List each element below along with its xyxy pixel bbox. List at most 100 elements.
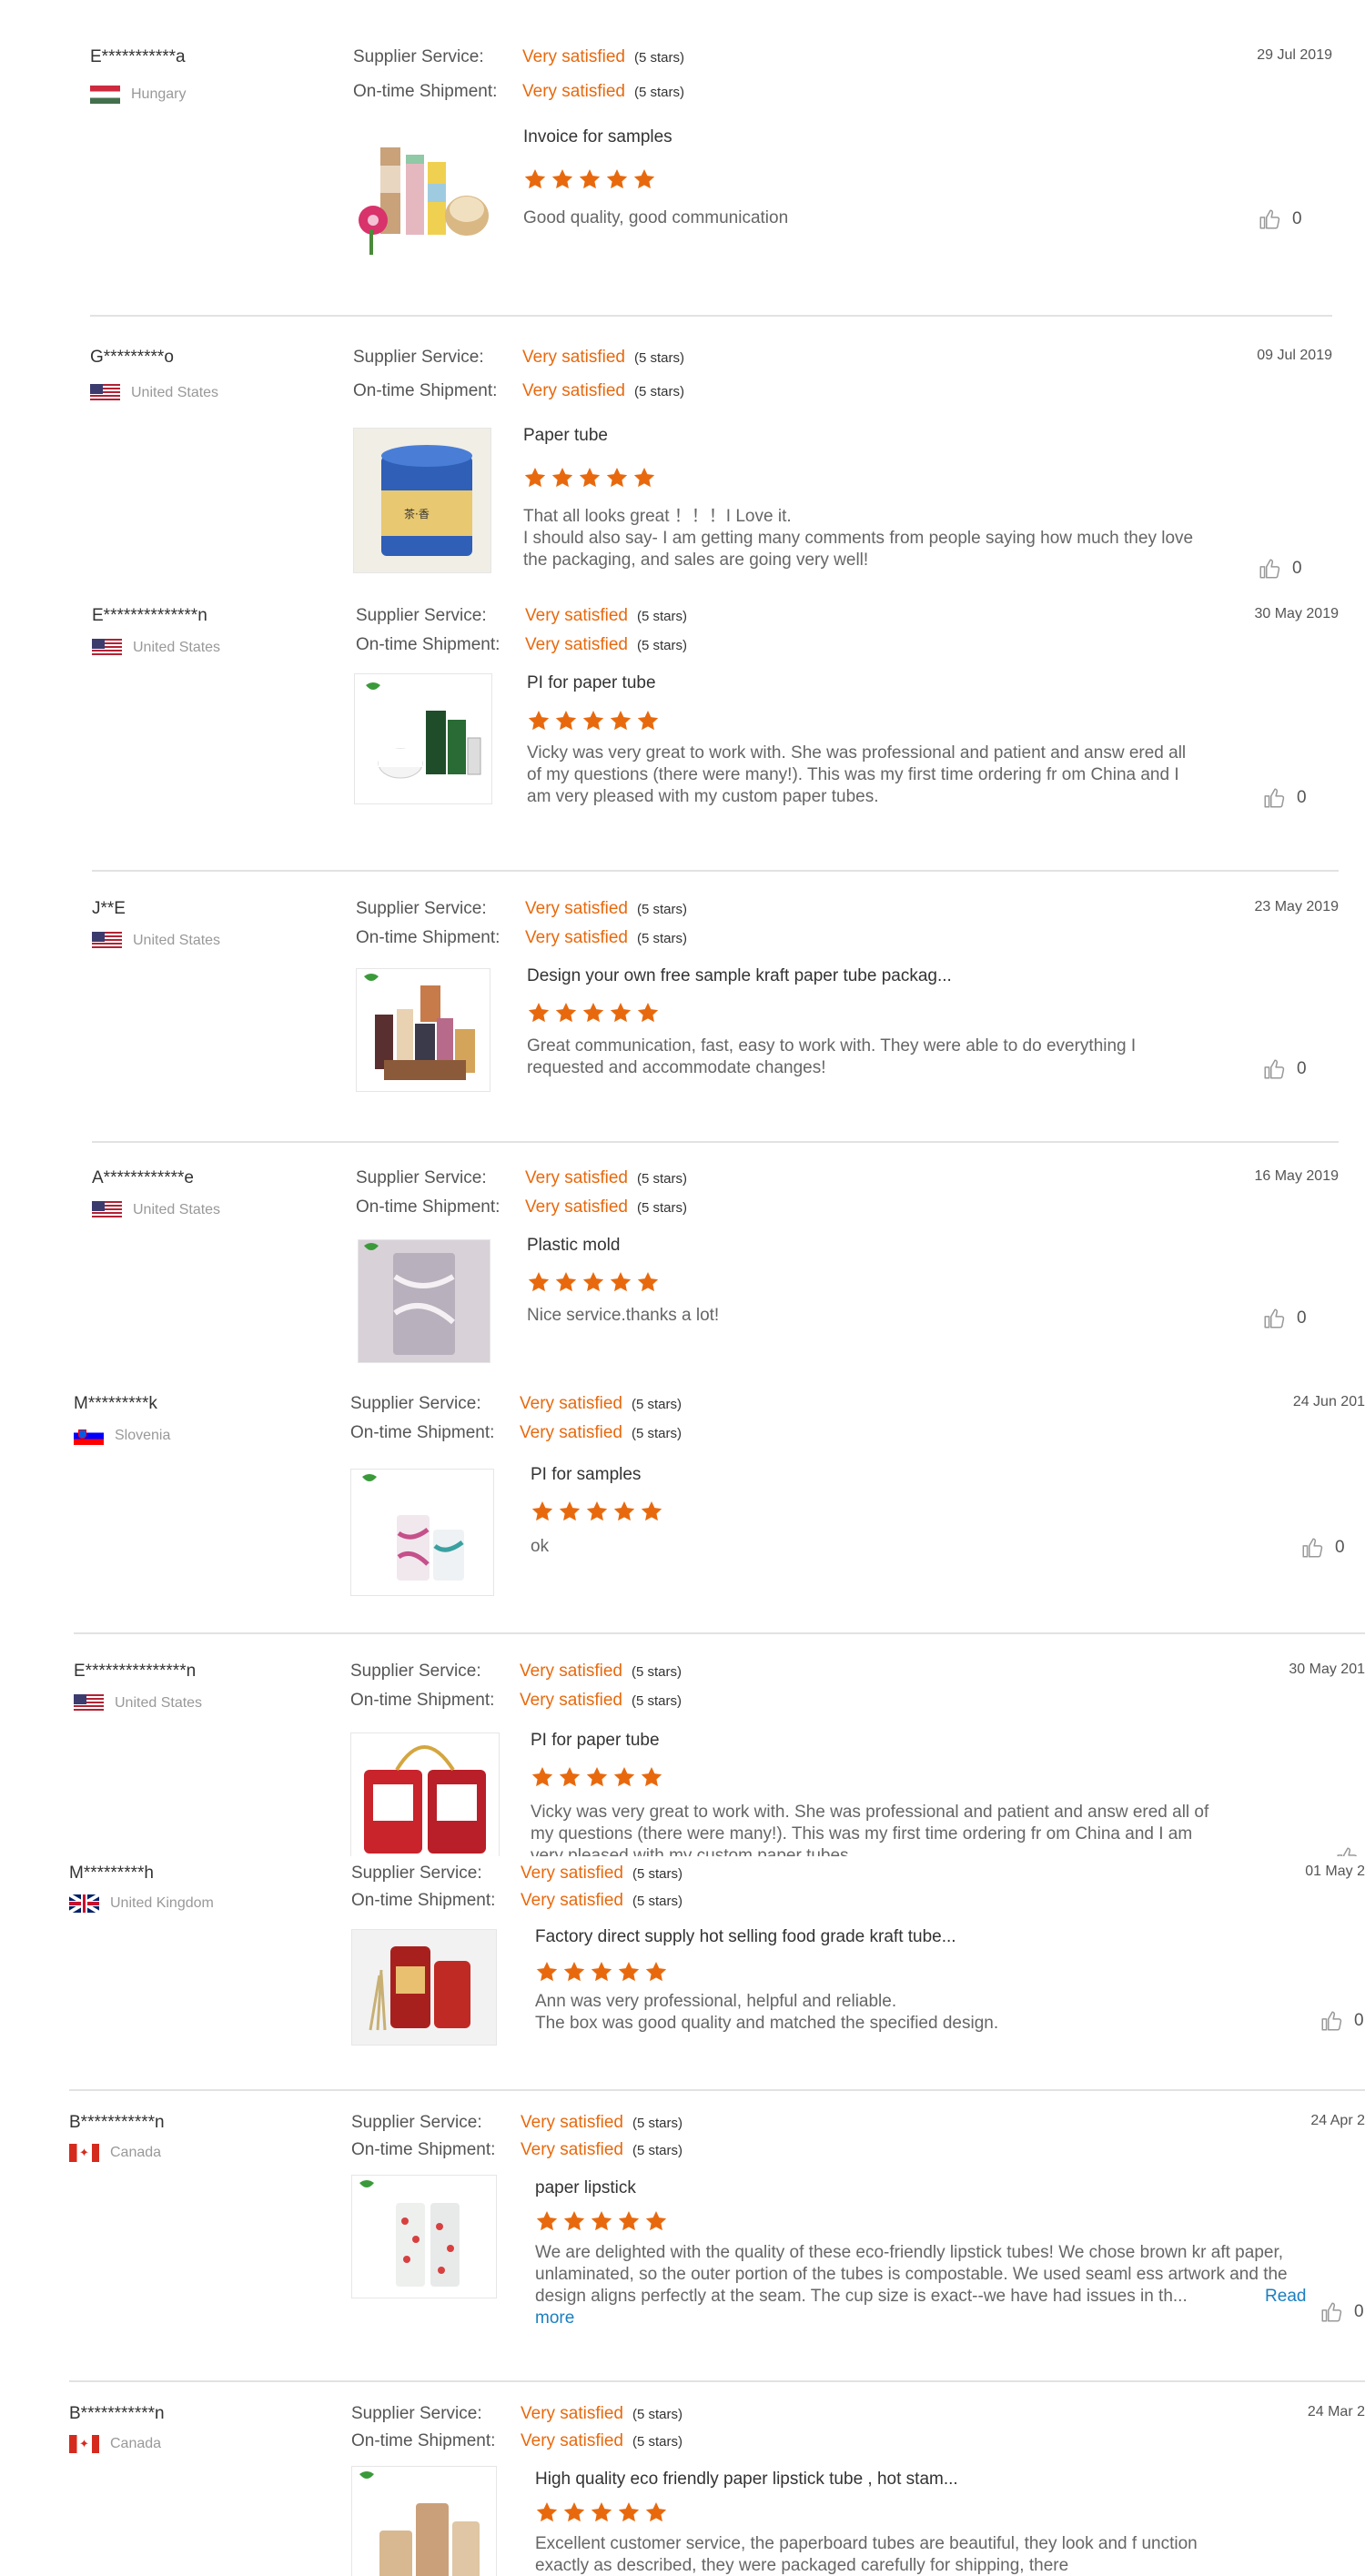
review-subject[interactable]: PI for paper tube — [527, 673, 656, 693]
review-date: 24 Jun 201 — [1292, 1394, 1365, 1409]
star-icon — [618, 2210, 640, 2231]
review-date: 23 May 2019 — [1254, 899, 1339, 914]
helpful-button[interactable]: 0 — [1335, 1845, 1365, 1856]
reviewer-country: United States — [74, 1694, 202, 1712]
reviewer-name: B***********n — [69, 2404, 165, 2423]
review-subject[interactable]: Design your own free sample kraft paper … — [527, 966, 952, 986]
product-thumbnail[interactable] — [356, 968, 490, 1092]
star-icon — [610, 1271, 632, 1292]
helpful-button[interactable]: 0 — [1262, 1057, 1307, 1081]
review-text: Nice service.thanks a lot! — [527, 1306, 720, 1325]
reviewer-name: M*********h — [69, 1864, 154, 1883]
ontime-shipment-rating: On-time Shipment: Very satisfied (5 stars) — [351, 2431, 683, 2450]
helpful-button[interactable]: 0 — [1320, 2009, 1364, 2033]
review-date: 24 Apr 2 — [1310, 2113, 1365, 2128]
star-icon — [528, 1002, 550, 1023]
country-name: United States — [133, 933, 221, 948]
ontime-shipment-rating: On-time Shipment: Very satisfied (5 stars) — [350, 1423, 682, 1442]
helpful-button[interactable]: 0 — [1262, 1307, 1307, 1330]
rating-stars — [535, 2500, 668, 2524]
star-icon — [591, 2210, 612, 2231]
product-thumbnail[interactable]: 茶·香 — [353, 428, 491, 573]
review-date: 24 Mar 2 — [1307, 2404, 1365, 2419]
star-icon — [606, 168, 628, 189]
review-item: M*********k Slovenia Supplier Service: Ve… — [74, 1370, 1365, 1634]
country-name: United States — [133, 640, 221, 655]
review-subject[interactable]: Invoice for samples — [523, 127, 672, 147]
review-subject[interactable]: Factory direct supply hot selling food g… — [535, 1927, 956, 1947]
rating-stars — [527, 1001, 660, 1025]
helpful-button[interactable]: 0 — [1300, 1536, 1345, 1560]
product-thumbnail[interactable] — [354, 673, 492, 804]
star-icon — [610, 1002, 632, 1023]
review-text: We are delighted with the quality of the… — [535, 2243, 1307, 2328]
star-icon — [637, 1002, 659, 1023]
united-states-flag-icon — [92, 932, 122, 950]
country-name: Canada — [110, 2436, 162, 2451]
helpful-button[interactable]: 0 — [1258, 207, 1302, 231]
star-icon — [582, 1002, 604, 1023]
helpful-button[interactable]: 0 — [1262, 786, 1307, 810]
review-subject[interactable]: paper lipstick — [535, 2178, 636, 2198]
review-subject[interactable]: Plastic mold — [527, 1236, 620, 1256]
star-icon — [563, 2501, 585, 2522]
star-icon — [591, 2501, 612, 2522]
review-item: B***********n Canada Supplier Service:Ve… — [69, 2091, 1365, 2382]
star-icon — [633, 168, 655, 189]
product-thumbnail[interactable] — [358, 1239, 490, 1363]
review-item: B***********n Canada Supplier Service:Ve… — [69, 2382, 1365, 2576]
review-subject[interactable]: PI for samples — [531, 1465, 641, 1485]
reviewer-name: B***********n — [69, 2113, 165, 2132]
star-icon — [536, 2210, 558, 2231]
reviewer-country: United Kingdom — [69, 1894, 214, 1913]
review-item: G*********o United States Supplier Servi… — [90, 317, 1332, 590]
thumbs-up-icon — [1264, 1308, 1285, 1328]
product-thumbnail[interactable] — [353, 129, 495, 257]
supplier-service-rating: Supplier Service: Very satisfied (5 stars) — [356, 1168, 688, 1187]
helpful-button[interactable]: 0 — [1320, 2300, 1364, 2324]
star-icon — [524, 467, 546, 488]
helpful-button[interactable]: 0 — [1258, 557, 1302, 581]
review-subject[interactable]: PI for paper tube — [531, 1731, 660, 1751]
united-states-flag-icon — [92, 639, 122, 657]
reviewer-country: Hungary — [90, 86, 186, 104]
ontime-shipment-rating: On-time Shipment: Very satisfied (5 stars) — [351, 1891, 683, 1910]
review-text: That all looks great ！！！I Love it. I sho… — [523, 507, 1194, 570]
reviewer-country: United States — [92, 639, 220, 657]
united-states-flag-icon — [90, 384, 120, 402]
star-icon — [559, 1500, 581, 1521]
product-thumbnail[interactable] — [351, 1929, 497, 2046]
helpful-count: 0 — [1354, 2011, 1364, 2030]
review-text: Good quality, good communication — [523, 208, 789, 227]
slovenia-flag-icon — [74, 1427, 104, 1445]
star-icon — [531, 1766, 553, 1787]
review-item: E***************n United States Supplier… — [74, 1634, 1365, 1856]
product-thumbnail[interactable] — [351, 2466, 497, 2576]
product-thumbnail[interactable] — [351, 2175, 497, 2298]
star-icon — [645, 2501, 667, 2522]
rating-stars — [523, 167, 656, 191]
star-icon — [637, 710, 659, 731]
star-icon — [586, 1500, 608, 1521]
product-thumbnail[interactable] — [350, 1469, 494, 1596]
ontime-shipment-rating: On-time Shipment: Very satisfied (5 stars) — [356, 928, 688, 947]
united-states-flag-icon — [74, 1694, 104, 1712]
star-icon — [637, 1271, 659, 1292]
star-icon — [645, 2210, 667, 2231]
reviewer-name: E***************n — [74, 1662, 197, 1681]
star-icon — [555, 1002, 577, 1023]
product-thumbnail[interactable] — [350, 1732, 500, 1856]
helpful-count: 0 — [1292, 559, 1302, 578]
star-icon — [641, 1500, 662, 1521]
review-text: Excellent customer service, the paperboa… — [535, 2534, 1198, 2575]
ontime-shipment-rating: On-time Shipment: Very satisfied (5 stars) — [351, 2140, 683, 2159]
united-states-flag-icon — [92, 1201, 122, 1219]
review-subject[interactable]: Paper tube — [523, 426, 608, 446]
star-icon — [618, 1961, 640, 1982]
ontime-shipment-rating: On-time Shipment: Very satisfied (5 stars) — [353, 82, 685, 101]
reviewer-country: United States — [92, 1201, 220, 1219]
reviewer-country: Canada — [69, 2435, 161, 2453]
review-date: 30 May 2019 — [1254, 606, 1339, 621]
country-name: Hungary — [131, 86, 187, 102]
review-subject[interactable]: High quality eco friendly paper lipstick… — [535, 2470, 958, 2490]
